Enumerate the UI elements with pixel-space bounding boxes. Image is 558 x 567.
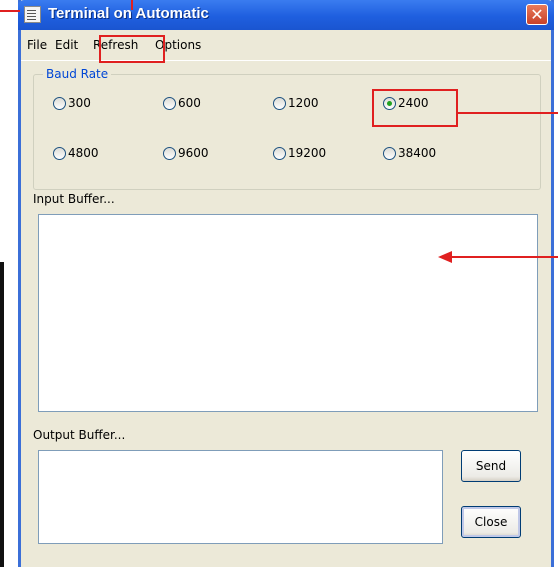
baud-2400-highlight-box bbox=[372, 89, 458, 127]
close-icon[interactable]: ✕ bbox=[526, 4, 548, 25]
menu-edit[interactable]: Edit bbox=[55, 38, 78, 52]
annotation-arrow-line bbox=[458, 112, 558, 114]
baud-radio-9600[interactable]: 9600 bbox=[163, 146, 209, 160]
baud-option-label: 19200 bbox=[288, 146, 327, 160]
output-buffer-textarea[interactable] bbox=[38, 450, 443, 544]
baud-radio-4800[interactable]: 4800 bbox=[53, 146, 99, 160]
window-title: Terminal on Automatic bbox=[48, 5, 209, 22]
baud-rate-label: Baud Rate bbox=[43, 67, 112, 81]
radio-button-icon[interactable] bbox=[53, 146, 66, 160]
menu-file[interactable]: File bbox=[27, 38, 47, 52]
baud-radio-1200[interactable]: 1200 bbox=[273, 96, 319, 110]
radio-button-icon[interactable] bbox=[53, 96, 66, 110]
baud-radio-38400[interactable]: 38400 bbox=[383, 146, 436, 160]
title-bar[interactable]: Terminal on Automatic ✕ bbox=[18, 0, 554, 30]
annotation-line bbox=[131, 0, 133, 10]
baud-option-label: 300 bbox=[68, 96, 91, 110]
baud-option-label: 38400 bbox=[398, 146, 437, 160]
close-button[interactable]: Close bbox=[461, 506, 521, 538]
baud-radio-300[interactable]: 300 bbox=[53, 96, 91, 110]
baud-option-label: 1200 bbox=[288, 96, 319, 110]
radio-button-icon[interactable] bbox=[163, 146, 176, 160]
baud-option-label: 600 bbox=[178, 96, 201, 110]
baud-option-label: 4800 bbox=[68, 146, 99, 160]
terminal-window: Terminal on Automatic ✕ File Edit Refres… bbox=[18, 0, 554, 567]
baud-rate-group bbox=[33, 74, 541, 190]
send-button[interactable]: Send bbox=[461, 450, 521, 482]
annotation-line bbox=[0, 10, 20, 12]
output-buffer-label: Output Buffer... bbox=[33, 428, 126, 442]
radio-button-icon[interactable] bbox=[273, 96, 286, 110]
annotation-arrow-line bbox=[450, 256, 558, 258]
baud-option-label: 9600 bbox=[178, 146, 209, 160]
radio-button-icon[interactable] bbox=[273, 146, 286, 160]
baud-radio-600[interactable]: 600 bbox=[163, 96, 201, 110]
baud-radio-19200[interactable]: 19200 bbox=[273, 146, 326, 160]
background-edge bbox=[0, 262, 4, 567]
input-buffer-textarea[interactable] bbox=[38, 214, 538, 412]
notepad-icon bbox=[24, 6, 41, 23]
input-buffer-label: Input Buffer... bbox=[33, 192, 115, 206]
refresh-highlight-box bbox=[99, 35, 165, 63]
radio-button-icon[interactable] bbox=[383, 146, 396, 160]
radio-button-icon[interactable] bbox=[163, 96, 176, 110]
